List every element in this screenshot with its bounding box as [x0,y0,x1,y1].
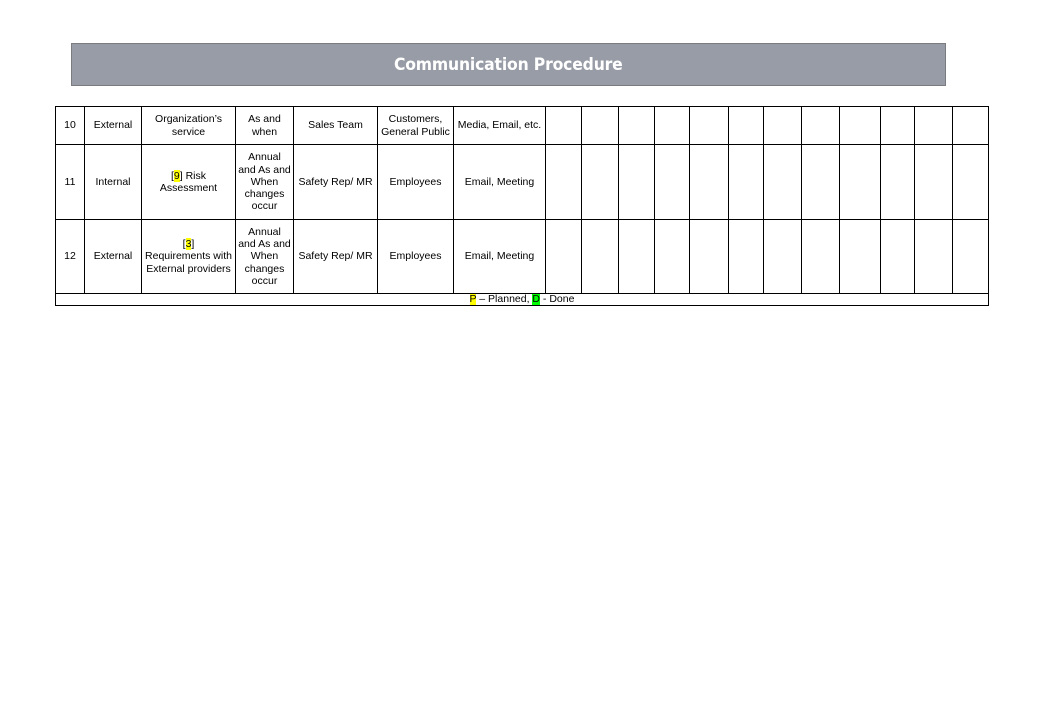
legend-row: P – Planned, D - Done [55,293,989,306]
schedule-cell[interactable] [952,219,989,294]
schedule-cell[interactable] [689,144,729,220]
done-label: - Done [540,293,575,305]
schedule-cell[interactable] [880,106,915,145]
row-number: 10 [55,106,85,145]
schedule-cell[interactable] [728,106,764,145]
schedule-cell[interactable] [880,219,915,294]
communication-type: External [84,106,142,145]
schedule-cell[interactable] [689,106,729,145]
schedule-cell[interactable] [952,106,989,145]
schedule-cell[interactable] [839,219,881,294]
schedule-cell[interactable] [581,106,619,145]
schedule-cell[interactable] [914,106,953,145]
row-number: 12 [55,219,85,294]
clause-reference: 9 [173,169,180,182]
communication-frequency: As and when [235,106,294,145]
schedule-cell[interactable] [654,219,690,294]
schedule-cell[interactable] [914,144,953,220]
table-row: 12 External [3] Requirements with Externa… [55,219,989,294]
communication-frequency: Annual and As and When changes occur [235,144,294,220]
schedule-cell[interactable] [654,106,690,145]
schedule-cell[interactable] [763,106,802,145]
responsible-party: Safety Rep/ MR [293,219,378,294]
communication-subject: [9] Risk Assessment [141,144,236,220]
schedule-cell[interactable] [763,219,802,294]
row-number: 11 [55,144,85,220]
schedule-cell[interactable] [581,219,619,294]
schedule-cell[interactable] [545,219,582,294]
schedule-cell[interactable] [581,144,619,220]
audience: Customers, General Public [377,106,454,145]
communication-frequency: Annual and As and When changes occur [235,219,294,294]
schedule-cell[interactable] [839,144,881,220]
subject-text: Risk Assessment [159,169,218,194]
schedule-cell[interactable] [689,219,729,294]
schedule-cell[interactable] [801,144,840,220]
table-row: 10 External Organization’s service As an… [55,106,989,145]
communication-subject: [3] Requirements with External providers [141,219,236,294]
schedule-cell[interactable] [914,219,953,294]
page-title: Communication Procedure [394,54,623,75]
communication-type: External [84,219,142,294]
title-banner: Communication Procedure [71,43,946,86]
schedule-cell[interactable] [880,144,915,220]
responsible-party: Sales Team [293,106,378,145]
schedule-cell[interactable] [618,144,655,220]
table-row: 11 Internal [9] Risk Assessment Annual a… [55,144,989,220]
communication-table: 10 External Organization’s service As an… [55,106,989,306]
communication-method: Media, Email, etc. [453,106,546,145]
schedule-cell[interactable] [952,144,989,220]
communication-type: Internal [84,144,142,220]
planned-label: – Planned, [476,293,533,305]
schedule-cell[interactable] [618,106,655,145]
schedule-cell[interactable] [728,144,764,220]
communication-method: Email, Meeting [453,219,546,294]
schedule-cell[interactable] [763,144,802,220]
audience: Employees [377,144,454,220]
schedule-cell[interactable] [839,106,881,145]
audience: Employees [377,219,454,294]
schedule-cell[interactable] [801,219,840,294]
communication-subject: Organization’s service [141,106,236,145]
schedule-cell[interactable] [618,219,655,294]
subject-text: Requirements with External providers [145,250,232,275]
schedule-cell[interactable] [545,106,582,145]
legend: P – Planned, D - Done [55,293,989,306]
schedule-cell[interactable] [545,144,582,220]
schedule-cell[interactable] [654,144,690,220]
communication-method: Email, Meeting [453,144,546,220]
schedule-cell[interactable] [801,106,840,145]
schedule-cell[interactable] [728,219,764,294]
done-code: D [532,293,541,305]
clause-reference: 3 [185,238,192,251]
responsible-party: Safety Rep/ MR [293,144,378,220]
